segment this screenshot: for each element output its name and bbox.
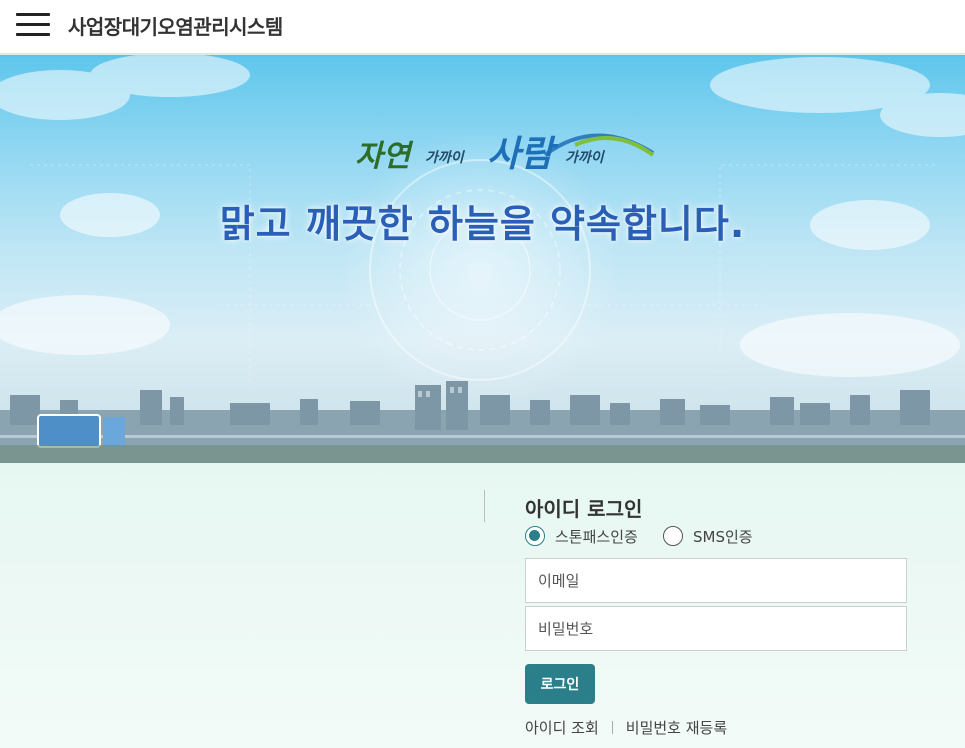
logo-word: 가까이 <box>565 150 604 166</box>
radio-checked-icon[interactable] <box>525 526 545 546</box>
logo-word: 가까이 <box>425 150 464 166</box>
logo-word: 자연 <box>355 139 411 174</box>
top-bar: 사업장대기오염관리시스템 <box>0 0 965 54</box>
radio-label: SMS인증 <box>693 527 753 546</box>
login-title: 아이디 로그인 <box>525 497 643 521</box>
account-links: 아이디 조회 비밀번호 재등록 <box>525 717 727 738</box>
reset-password-link[interactable]: 비밀번호 재등록 <box>626 717 727 738</box>
vertical-divider <box>484 490 485 522</box>
radio-stonepass[interactable]: 스톤패스인증 <box>525 525 638 547</box>
logo-word: 사람 <box>487 133 554 175</box>
password-field[interactable] <box>525 606 907 651</box>
slogan-logo: 자연 가까이 사람 가까이 <box>355 125 655 185</box>
email-field[interactable] <box>525 558 907 603</box>
radio-label: 스톤패스인증 <box>555 527 638 546</box>
menu-line <box>16 13 50 16</box>
menu-line <box>16 33 50 36</box>
login-section: 아이디 로그인 스톤패스인증 SMS인증 로그인 아이디 조회 비밀번호 재등록 <box>0 463 965 748</box>
hamburger-menu-icon[interactable] <box>14 11 52 39</box>
hero-slogan: 맑고 깨끗한 하늘을 약속합니다. <box>219 202 746 246</box>
menu-line <box>16 23 50 26</box>
link-separator <box>611 721 613 734</box>
find-id-link[interactable]: 아이디 조회 <box>525 717 599 738</box>
hero-background-image <box>0 55 965 463</box>
hero-banner: 자연 가까이 사람 가까이 맑고 깨끗한 하늘을 약속합니다. <box>0 55 965 463</box>
radio-sms[interactable]: SMS인증 <box>663 525 753 547</box>
app-title: 사업장대기오염관리시스템 <box>68 15 283 39</box>
login-button[interactable]: 로그인 <box>525 664 595 704</box>
radio-unchecked-icon[interactable] <box>663 526 683 546</box>
